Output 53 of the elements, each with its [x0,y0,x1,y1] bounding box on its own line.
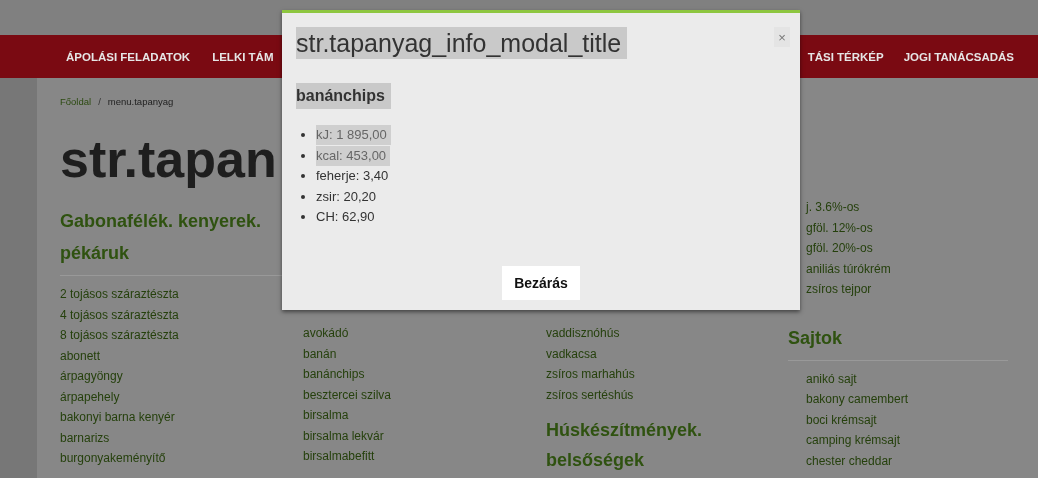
food-link[interactable]: zsíros marhahús [546,364,788,385]
food-link[interactable]: 8 tojásos száraztészta [60,325,303,346]
food-link[interactable]: zsíros sertéshús [546,384,788,405]
nutrient-value: zsir: 20,20 [316,187,377,206]
page-title: str.tapan [60,129,277,189]
nav-link[interactable]: TÁSI TÉRKÉP [807,50,884,63]
food-link[interactable]: bakony camembert [806,389,1018,410]
food-name: banánchips [296,83,391,109]
food-link[interactable]: vadkacsa [546,343,788,364]
nutrient-value: feherje: 3,40 [316,167,390,186]
food-link[interactable]: gföl. 20%-os [806,238,1018,259]
food-link[interactable]: 4 tojásos száraztészta [60,304,303,325]
close-button[interactable]: × [774,27,790,47]
nutrient-value: kJ: 1 895,00 [316,125,391,146]
food-link[interactable]: burgonyakeményítő [60,448,303,469]
food-link[interactable]: banánchips [303,364,546,385]
food-link[interactable]: camping krémsajt [806,430,1018,451]
food-link[interactable]: besztercei szilva [303,384,546,405]
food-link[interactable]: chester cheddar [806,450,1018,471]
breadcrumb-link[interactable]: Főoldal [60,96,92,107]
food-link[interactable]: banán [303,343,546,364]
nav-link[interactable]: LELKI TÁM [212,50,274,63]
food-link[interactable]: barnarizs [60,427,303,448]
food-link[interactable]: árpagyöngy [60,366,303,387]
nutrient-value: CH: 62,90 [316,208,376,227]
food-link[interactable]: anikó sajt [806,368,1018,389]
food-link[interactable]: gföl. 12%-os [806,217,1018,238]
breadcrumb-current: menu.tapanyag [107,96,174,107]
food-link[interactable]: boci krémsajt [806,409,1018,430]
food-link[interactable]: birsalmabefitt [303,446,546,467]
category-heading: Sajtok [788,321,1008,361]
category-heading: Húskészítmények. belsőségek [546,419,704,472]
food-link[interactable]: vaddisznóhús [546,323,788,344]
food-link[interactable]: j. 3.6%-os [806,197,1018,218]
food-link[interactable]: bakonyi barna kenyér [60,407,303,428]
bullet-icon [301,133,305,138]
bullet-icon [301,215,305,220]
close-button[interactable]: Bezárás [502,265,580,300]
food-link[interactable]: zsíros tejpor [806,279,1018,300]
breadcrumb-separator: / [98,96,101,107]
nav-link[interactable]: ÁPOLÁSI FELADATOK [66,50,191,63]
modal-title: str.tapanyag_info_modal_title [296,27,628,59]
bullet-icon [301,153,305,158]
nav-link[interactable]: JOGI TANÁCSADÁS [903,50,1014,63]
food-link[interactable]: avokádó [303,323,546,344]
bullet-icon [301,174,305,179]
food-link[interactable]: aniliás túrókrém [806,258,1018,279]
food-link[interactable]: abonett [60,345,303,366]
food-link[interactable]: birsalma lekvár [303,425,546,446]
bullet-icon [301,194,305,199]
nutrient-value: kcal: 453,00 [316,145,391,166]
food-link[interactable]: árpapehely [60,386,303,407]
food-link[interactable]: birsalma [303,405,546,426]
